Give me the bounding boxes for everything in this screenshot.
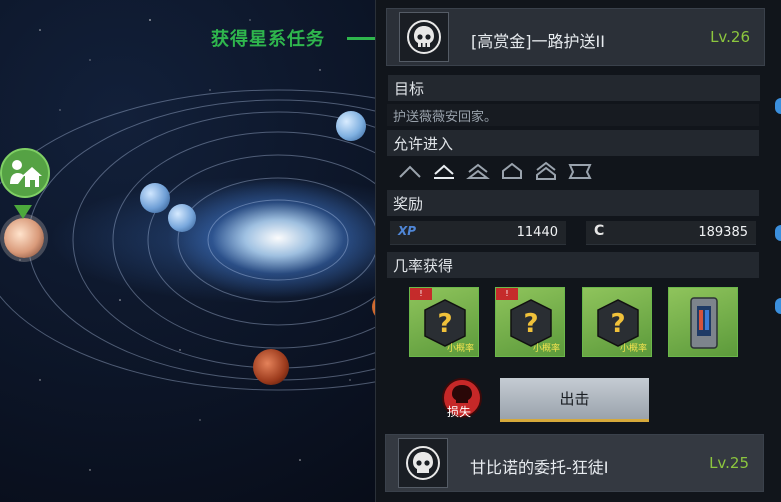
home-person-icon bbox=[10, 160, 42, 187]
drop-item-1[interactable]: ! ? 小概率 bbox=[409, 287, 479, 357]
side-marker-2[interactable] bbox=[775, 225, 781, 241]
svg-text:?: ? bbox=[437, 309, 452, 339]
reward-header: 奖励 bbox=[387, 190, 759, 216]
objective-header: 目标 bbox=[388, 75, 760, 101]
credit-value: 189385 bbox=[698, 225, 748, 240]
credit-icon: C bbox=[594, 223, 605, 239]
planet-blue-small[interactable] bbox=[168, 204, 196, 232]
drop-item-4[interactable] bbox=[668, 287, 738, 357]
objective-description: 护送薇薇安回家。 bbox=[387, 104, 759, 126]
side-marker-3[interactable] bbox=[775, 298, 781, 314]
planet-home[interactable] bbox=[4, 218, 44, 258]
svg-text:?: ? bbox=[610, 309, 625, 339]
home-marker-pointer bbox=[14, 205, 32, 219]
credit-reward: C 189385 bbox=[586, 221, 756, 245]
side-marker-1[interactable] bbox=[775, 98, 781, 114]
equipment-module-icon bbox=[690, 297, 718, 349]
item-tag: ! bbox=[410, 288, 432, 300]
drop-chance: 小概率 bbox=[446, 344, 474, 354]
mission-level: Lv.26 bbox=[710, 28, 750, 46]
skull-icon bbox=[406, 446, 440, 480]
class-2-icon bbox=[434, 164, 454, 179]
mission-emblem bbox=[398, 438, 448, 488]
access-header: 允许进入 bbox=[387, 130, 759, 156]
mission-panel: [高赏金]一路护送II Lv.26 目标 bbox=[375, 0, 781, 502]
drop-chance: 小概率 bbox=[619, 344, 647, 354]
ship-class-row bbox=[398, 160, 592, 184]
galaxy-mission-callout: 获得星系任务 bbox=[211, 29, 325, 50]
xp-value: 11440 bbox=[516, 225, 558, 240]
xp-icon: XP bbox=[398, 224, 417, 238]
mission-title: [高赏金]一路护送II bbox=[471, 32, 605, 51]
current-mission-header[interactable]: [高赏金]一路护送II Lv.26 bbox=[386, 8, 765, 66]
planet-rust[interactable] bbox=[253, 349, 289, 385]
sortie-button[interactable]: 出击 bbox=[500, 378, 649, 422]
loss-label: 损失 bbox=[447, 405, 472, 419]
class-5-icon bbox=[536, 161, 556, 180]
mission-emblem bbox=[399, 12, 449, 62]
class-4-icon bbox=[502, 162, 522, 179]
class-1-icon bbox=[399, 165, 421, 178]
home-marker[interactable] bbox=[0, 148, 50, 198]
next-mission-header[interactable]: 甘比诺的委托-狂徒I Lv.25 bbox=[385, 434, 764, 492]
item-tag: ! bbox=[496, 288, 518, 300]
drop-item-3[interactable]: ? 小概率 bbox=[582, 287, 652, 357]
class-6-icon bbox=[568, 164, 592, 179]
xp-reward: XP 11440 bbox=[390, 221, 566, 245]
skull-icon bbox=[407, 20, 441, 54]
next-mission-title: 甘比诺的委托-狂徒I bbox=[470, 458, 609, 477]
svg-text:?: ? bbox=[523, 309, 538, 339]
planet-blue-top[interactable] bbox=[336, 111, 366, 141]
drop-chance: 小概率 bbox=[532, 344, 560, 354]
planet-blue-left[interactable] bbox=[140, 183, 170, 213]
next-mission-level: Lv.25 bbox=[709, 454, 749, 472]
drop-item-2[interactable]: ! ? 小概率 bbox=[495, 287, 565, 357]
class-3-icon bbox=[466, 163, 490, 179]
drops-header: 几率获得 bbox=[387, 252, 759, 278]
